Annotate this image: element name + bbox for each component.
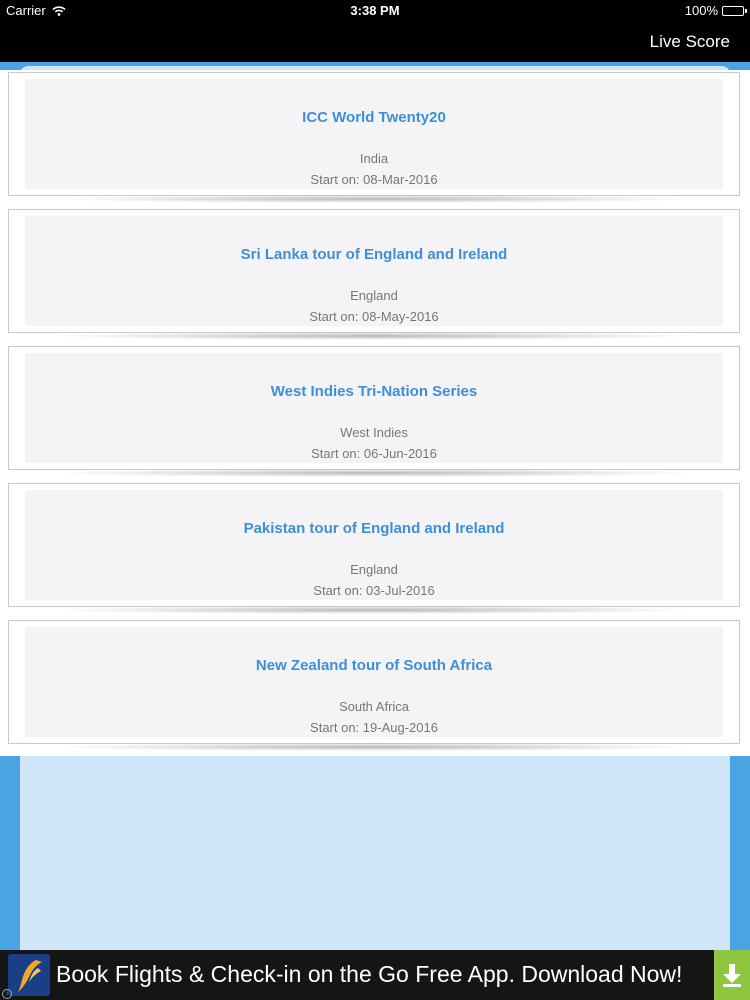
card-shadow (49, 743, 699, 751)
navigation-bar: Live Score (0, 22, 750, 62)
series-title: ICC World Twenty20 (302, 109, 446, 126)
series-card[interactable]: West Indies Tri-Nation Series West Indie… (8, 346, 740, 477)
series-start-date: Start on: 03-Jul-2016 (313, 583, 435, 598)
status-right: 100% (684, 3, 747, 18)
info-icon[interactable]: i (2, 989, 12, 999)
status-bar: Carrier 3:38 PM 100% (0, 0, 750, 22)
series-start-date: Start on: 08-Mar-2016 (310, 172, 438, 187)
series-country: West Indies (340, 425, 408, 440)
series-card-body: Sri Lanka tour of England and Ireland En… (25, 216, 723, 326)
card-shadow (49, 469, 699, 477)
series-title: Sri Lanka tour of England and Ireland (240, 246, 508, 263)
airline-logo-icon (8, 954, 50, 996)
series-card[interactable]: Sri Lanka tour of England and Ireland En… (8, 209, 740, 340)
status-time: 3:38 PM (350, 3, 400, 18)
ad-text: Book Flights & Check-in on the Go Free A… (56, 961, 683, 987)
series-list: ICC World Twenty20 India Start on: 08-Ma… (0, 70, 750, 756)
series-start-date: Start on: 19-Aug-2016 (310, 720, 438, 735)
series-card-body: New Zealand tour of South Africa South A… (25, 627, 723, 737)
series-country: England (350, 562, 398, 577)
battery-icon (722, 5, 747, 16)
battery-percent: 100% (684, 3, 718, 18)
series-title: New Zealand tour of South Africa (255, 657, 493, 674)
live-score-button[interactable]: Live Score (650, 32, 730, 52)
series-card[interactable]: ICC World Twenty20 India Start on: 08-Ma… (8, 72, 740, 203)
series-card-body: Pakistan tour of England and Ireland Eng… (25, 490, 723, 600)
card-shadow (49, 195, 699, 203)
series-country: England (350, 288, 398, 303)
series-start-date: Start on: 08-May-2016 (309, 309, 439, 324)
card-shadow (49, 606, 699, 614)
series-title: Pakistan tour of England and Ireland (243, 520, 505, 537)
series-title: West Indies Tri-Nation Series (270, 383, 478, 400)
ad-banner[interactable]: Book Flights & Check-in on the Go Free A… (0, 950, 750, 1000)
series-start-date: Start on: 06-Jun-2016 (311, 446, 437, 461)
series-card[interactable]: New Zealand tour of South Africa South A… (8, 620, 740, 751)
series-card-body: West Indies Tri-Nation Series West Indie… (25, 353, 723, 463)
series-country: India (359, 151, 389, 166)
series-card[interactable]: Pakistan tour of England and Ireland Eng… (8, 483, 740, 614)
series-card-body: ICC World Twenty20 India Start on: 08-Ma… (25, 79, 723, 189)
series-country: South Africa (338, 699, 410, 714)
download-arrow-icon[interactable] (714, 950, 750, 1000)
card-shadow (49, 332, 699, 340)
